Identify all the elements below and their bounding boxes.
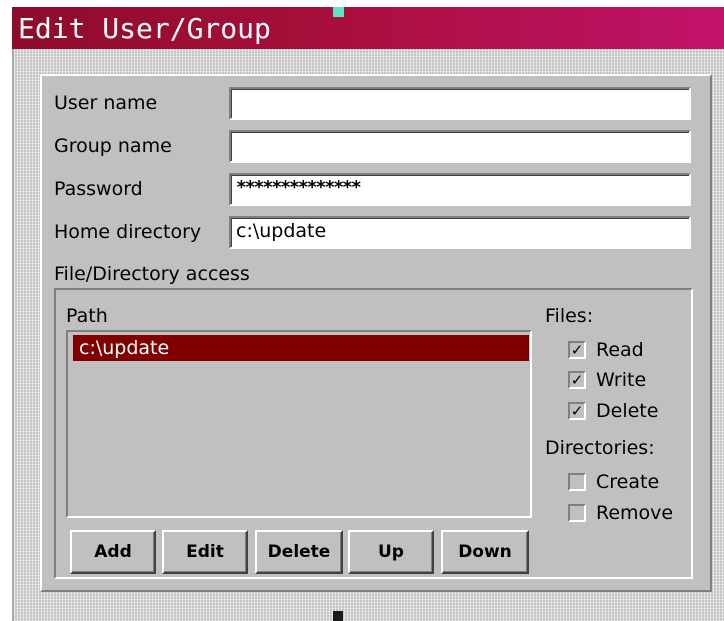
up-button[interactable]: Up xyxy=(348,530,434,574)
app-stage: Edit User/Group User name Group name Pas… xyxy=(0,0,724,621)
user-name-field[interactable] xyxy=(229,87,691,120)
path-list-item-selected[interactable]: c:\update xyxy=(73,335,529,361)
password-field[interactable]: ************** xyxy=(229,173,691,206)
path-header: Path xyxy=(66,305,108,327)
group-name-label: Group name xyxy=(54,135,172,157)
title-bar-marker xyxy=(333,7,344,17)
home-directory-field[interactable]: c:\update xyxy=(229,216,691,249)
delete-button[interactable]: Delete xyxy=(255,530,343,574)
remove-checkbox-label: Remove xyxy=(596,502,674,524)
delete-checkbox-label: Delete xyxy=(596,400,659,422)
files-label: Files: xyxy=(545,305,594,327)
write-checkbox[interactable]: ✓ xyxy=(568,371,586,389)
title-bar[interactable]: Edit User/Group xyxy=(12,7,724,49)
home-directory-label: Home directory xyxy=(54,221,202,243)
group-name-field[interactable] xyxy=(229,130,691,163)
create-checkbox-label: Create xyxy=(596,471,660,493)
delete-checkbox[interactable]: ✓ xyxy=(568,402,586,420)
read-checkbox[interactable]: ✓ xyxy=(568,341,586,359)
password-label: Password xyxy=(54,178,143,200)
read-checkbox-label: Read xyxy=(596,339,644,361)
resize-handle[interactable] xyxy=(333,611,343,621)
user-name-label: User name xyxy=(54,92,158,114)
write-checkbox-label: Write xyxy=(596,369,647,391)
path-list[interactable]: c:\update xyxy=(66,330,532,518)
add-button[interactable]: Add xyxy=(70,530,156,574)
window-title: Edit User/Group xyxy=(18,12,271,45)
down-button[interactable]: Down xyxy=(441,530,529,574)
directories-label: Directories: xyxy=(545,437,655,459)
remove-checkbox[interactable] xyxy=(568,504,586,522)
file-directory-access-label: File/Directory access xyxy=(54,263,250,285)
create-checkbox[interactable] xyxy=(568,473,586,491)
edit-button[interactable]: Edit xyxy=(162,530,248,574)
